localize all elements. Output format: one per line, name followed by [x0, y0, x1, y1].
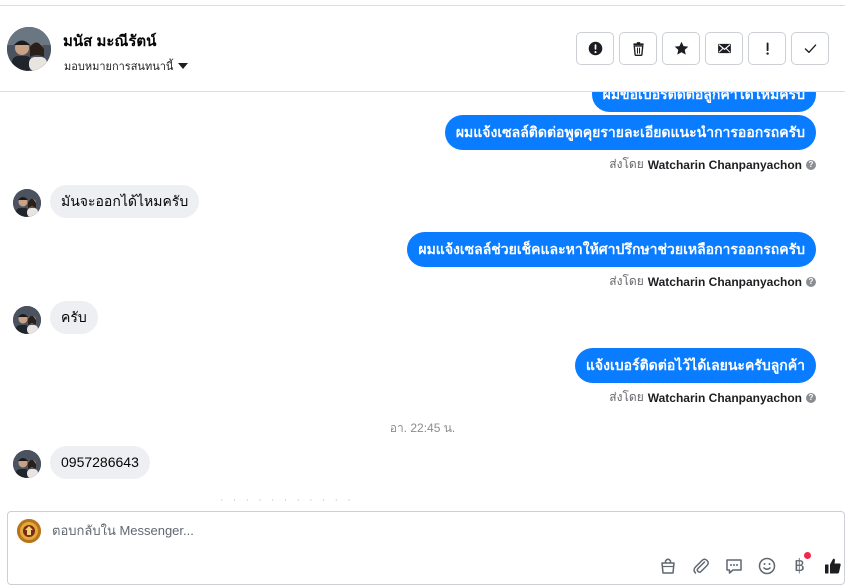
contact-avatar[interactable]: [7, 27, 51, 71]
contact-avatar-small[interactable]: [13, 306, 41, 334]
follow-up-button[interactable]: [748, 32, 786, 65]
outgoing-message: ผมขอเบอร์ติดต่อลูกค้าได้ไหมครับ: [591, 92, 816, 112]
reply-input[interactable]: [52, 523, 752, 538]
sent-by-prefix: ส่งโดย: [609, 157, 644, 171]
caret-down-icon: [178, 63, 189, 69]
message-timestamp: อา. 22:45 น.: [389, 421, 456, 435]
done-button[interactable]: [791, 32, 829, 65]
reply-composer: ฿: [7, 511, 845, 585]
reply-tools: ฿: [656, 552, 844, 577]
question-icon[interactable]: ?: [806, 159, 816, 170]
star-button[interactable]: [662, 32, 700, 65]
exclamation-icon: [765, 42, 769, 55]
page-avatar: [17, 519, 41, 543]
outgoing-message: ผมแจ้งเซลล์ติดต่อพูดคุยรายละเอียดแนะนำกา…: [444, 115, 816, 150]
conversation-toolbar: [576, 32, 829, 65]
exclamation-circle-icon: [588, 41, 602, 56]
sent-by-label: ส่งโดย Watcharin Chanpanyachon ?: [609, 272, 816, 291]
incoming-message: มันจะออกได้ไหมครับ: [50, 185, 200, 218]
sender-name[interactable]: Watcharin Chanpanyachon: [648, 158, 802, 172]
question-icon[interactable]: ?: [806, 392, 816, 403]
sent-by-prefix: ส่งโดย: [609, 390, 644, 404]
incoming-message: ครับ: [50, 301, 98, 334]
smiley-icon: [758, 557, 775, 574]
contact-name[interactable]: มนัส มะณีรัตน์: [63, 29, 156, 53]
notification-dot: [804, 552, 811, 559]
payment-button[interactable]: ฿: [788, 552, 811, 577]
emoji-button[interactable]: [755, 554, 778, 577]
attach-button[interactable]: [689, 554, 712, 577]
contact-avatar-small[interactable]: [13, 450, 41, 478]
conversation-header: มนัส มะณีรัตน์ มอบหมายการสนทนานี้: [0, 6, 845, 92]
check-icon: [804, 44, 816, 54]
envelope-icon: [717, 43, 731, 54]
speech-bubble-icon: [725, 558, 742, 574]
delete-button[interactable]: [619, 32, 657, 65]
shopping-bag-icon: [660, 558, 675, 574]
clipped-text-fragment: · · · · · · · · · · ·: [220, 494, 354, 502]
mark-unread-button[interactable]: [705, 32, 743, 65]
message-thread[interactable]: ผมขอเบอร์ติดต่อลูกค้าได้ไหมครับ ผมแจ้งเซ…: [0, 92, 845, 502]
sent-by-label: ส่งโดย Watcharin Chanpanyachon ?: [609, 388, 816, 407]
like-button[interactable]: [821, 554, 844, 577]
baht-icon: ฿: [794, 555, 805, 576]
star-icon: [674, 41, 688, 55]
assign-label: มอบหมายการสนทนานี้: [64, 61, 174, 73]
paperclip-icon: [692, 558, 709, 574]
spam-button[interactable]: [576, 32, 614, 65]
trash-icon: [632, 42, 644, 56]
outgoing-message: แจ้งเบอร์ติดต่อไว้ได้เลยนะครับลูกค้า: [574, 348, 816, 383]
assign-conversation-dropdown[interactable]: มอบหมายการสนทนานี้: [64, 57, 189, 75]
saved-replies-button[interactable]: [722, 554, 745, 577]
incoming-message: 0957286643: [50, 446, 150, 479]
shop-button[interactable]: [656, 554, 679, 577]
sender-name[interactable]: Watcharin Chanpanyachon: [648, 275, 802, 289]
sent-by-label: ส่งโดย Watcharin Chanpanyachon ?: [609, 155, 816, 174]
sent-by-prefix: ส่งโดย: [609, 274, 644, 288]
thumbs-up-icon: [824, 558, 841, 573]
outgoing-message: ผมแจ้งเซลล์ช่วยเช็คและหาให้ศาปรึกษาช่วยเ…: [407, 232, 816, 267]
question-icon[interactable]: ?: [806, 276, 816, 287]
sender-name[interactable]: Watcharin Chanpanyachon: [648, 391, 802, 405]
contact-avatar-small[interactable]: [13, 189, 41, 217]
